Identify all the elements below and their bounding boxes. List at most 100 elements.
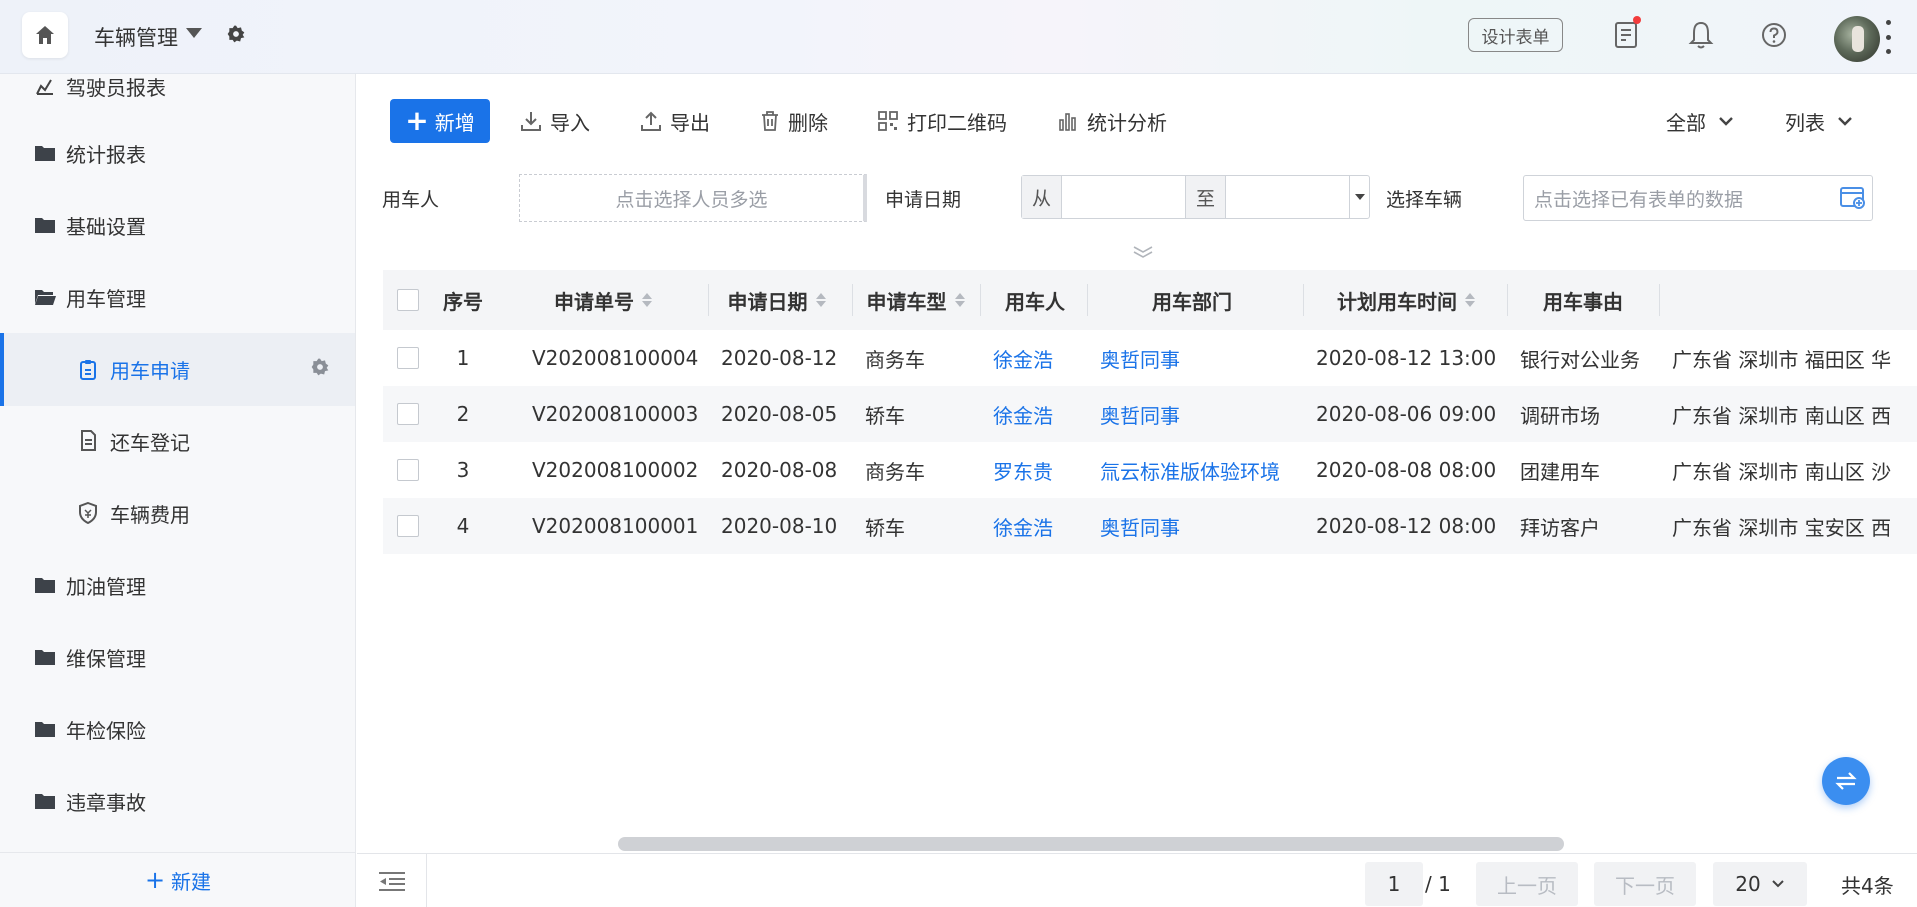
date-from-input[interactable] [1062,176,1186,218]
sidebar-item-car-application[interactable]: 用车申请 [0,333,355,406]
print-qr-button[interactable]: 打印二维码 [877,99,1007,143]
cell-apply-date: 2020-08-10 [721,514,838,538]
cell-address: 广东省 深圳市 福田区 华 [1672,347,1892,372]
home-button[interactable] [22,12,68,58]
scope-dropdown[interactable]: 全部 [1666,99,1734,143]
header-index: 序号 [443,289,483,314]
total-count: 共4条 [1841,873,1894,898]
view-dropdown[interactable]: 列表 [1785,99,1853,143]
bar-chart-icon [1059,113,1076,131]
shield-icon [77,502,99,524]
gear-icon[interactable] [310,357,330,382]
more-vertical-icon[interactable] [1886,20,1892,54]
sort-icon [642,293,652,307]
app-title[interactable]: 车辆管理 [94,22,178,52]
row-checkbox[interactable] [397,515,419,537]
form-select-icon[interactable] [1840,186,1866,215]
chevron-down-icon [1838,117,1852,126]
page-size-select[interactable]: 20 [1713,862,1807,906]
stats-button[interactable]: 统计分析 [1057,99,1167,143]
cell-car-type: 商务车 [865,347,925,372]
date-to-input[interactable] [1226,176,1350,218]
add-label: 新增 [434,110,475,135]
select-all-checkbox[interactable] [393,270,423,330]
horizontal-scrollbar[interactable] [618,837,1564,851]
sidebar-item-violations[interactable]: 违章事故 [0,771,355,831]
sidebar: 驾驶员报表 统计报表 基础设置 用车管理 用车申请 还车登记 车辆费用 加油管理… [0,74,356,907]
row-checkbox[interactable] [397,347,419,369]
export-button[interactable]: 导出 [640,99,710,143]
header-order-no[interactable]: 申请单号 [513,270,693,330]
header-plan-time[interactable]: 计划用车时间 [1304,270,1508,330]
caret-down-icon[interactable] [186,28,202,38]
cell-apply-date: 2020-08-12 [721,346,838,370]
cell-dept-link[interactable]: 奥哲同事 [1100,330,1300,386]
table-row[interactable]: 4 V202008100001 2020-08-10 轿车 徐金浩 奥哲同事 2… [383,498,1917,554]
row-checkbox[interactable] [397,459,419,481]
sidebar-item-car-return[interactable]: 还车登记 [0,411,355,471]
plus-icon: + [405,104,429,137]
current-page-input[interactable]: 1 [1365,862,1423,906]
header-car-type[interactable]: 申请车型 [853,270,978,330]
qr-code-icon [878,111,898,131]
sidebar-item-basic-settings[interactable]: 基础设置 [0,195,355,255]
cell-user-link[interactable]: 徐金浩 [993,386,1083,442]
download-icon [521,112,541,131]
bell-icon[interactable] [1684,18,1718,52]
menu-collapse-icon[interactable] [357,854,427,907]
date-to-label: 至 [1186,176,1226,218]
add-button[interactable]: + 新增 [390,99,490,143]
sidebar-item-stats-report[interactable]: 统计报表 [0,123,355,183]
sidebar-item-fuel[interactable]: 加油管理 [0,555,355,615]
header-apply-date[interactable]: 申请日期 [709,270,844,330]
switch-float-button[interactable] [1822,757,1870,805]
sidebar-item-label: 基础设置 [66,214,146,239]
user-selector-placeholder: 点击选择人员多选 [615,188,768,211]
avatar[interactable] [1834,16,1880,62]
cell-user-link[interactable]: 徐金浩 [993,498,1083,554]
cell-dept-link[interactable]: 氚云标准版体验环境 [1100,442,1300,498]
sidebar-item-label: 驾驶员报表 [66,75,166,100]
sidebar-item-driver-report[interactable]: 驾驶员报表 [0,74,355,116]
cell-dept-link[interactable]: 奥哲同事 [1100,386,1300,442]
design-form-button[interactable]: 设计表单 [1468,18,1563,52]
cell-reason: 银行对公业务 [1520,347,1640,372]
sidebar-item-inspection-insurance[interactable]: 年检保险 [0,699,355,759]
user-selector[interactable]: 点击选择人员多选 [519,174,867,222]
gear-icon[interactable] [226,24,246,49]
sidebar-item-label: 年检保险 [66,718,146,743]
next-page-button[interactable]: 下一页 [1594,862,1696,906]
folder-open-icon [34,286,56,308]
table-row[interactable]: 1 V202008100004 2020-08-12 商务车 徐金浩 奥哲同事 … [383,330,1917,386]
user-filter-label: 用车人 [382,189,440,211]
table-row[interactable]: 2 V202008100003 2020-08-05 轿车 徐金浩 奥哲同事 2… [383,386,1917,442]
notification-dot [1633,16,1641,24]
sidebar-item-maintenance[interactable]: 维保管理 [0,627,355,687]
date-range-picker[interactable]: 从 至 [1021,175,1370,219]
vehicle-selector[interactable]: 点击选择已有表单的数据 [1523,175,1873,221]
cell-order-no: V202008100003 [532,402,699,426]
page-size-value: 20 [1735,872,1761,896]
row-checkbox[interactable] [397,403,419,425]
prev-page-button[interactable]: 上一页 [1476,862,1578,906]
cell-user-link[interactable]: 罗东贵 [993,442,1083,498]
help-icon[interactable] [1757,18,1791,52]
cell-index: 4 [456,514,470,538]
cell-user-link[interactable]: 徐金浩 [993,330,1083,386]
document-icon[interactable] [1609,16,1643,52]
cell-plan-time: 2020-08-12 13:00 [1316,346,1497,370]
folder-icon [34,214,56,236]
sidebar-new-button[interactable]: + 新建 [0,852,355,907]
cell-car-type: 轿车 [865,515,905,540]
table-row[interactable]: 3 V202008100002 2020-08-08 商务车 罗东贵 氚云标准版… [383,442,1917,498]
sidebar-item-car-usage[interactable]: 用车管理 [0,267,355,327]
delete-button[interactable]: 删除 [760,99,828,143]
sidebar-item-vehicle-costs[interactable]: 车辆费用 [0,483,355,543]
sort-icon [815,293,826,307]
cell-dept-link[interactable]: 奥哲同事 [1100,498,1300,554]
collapse-filters-icon[interactable] [1132,240,1154,264]
import-button[interactable]: 导入 [520,99,590,143]
cell-index: 2 [456,402,470,426]
caret-down-icon[interactable] [1350,176,1369,218]
cell-address: 广东省 深圳市 南山区 沙 [1672,459,1892,484]
